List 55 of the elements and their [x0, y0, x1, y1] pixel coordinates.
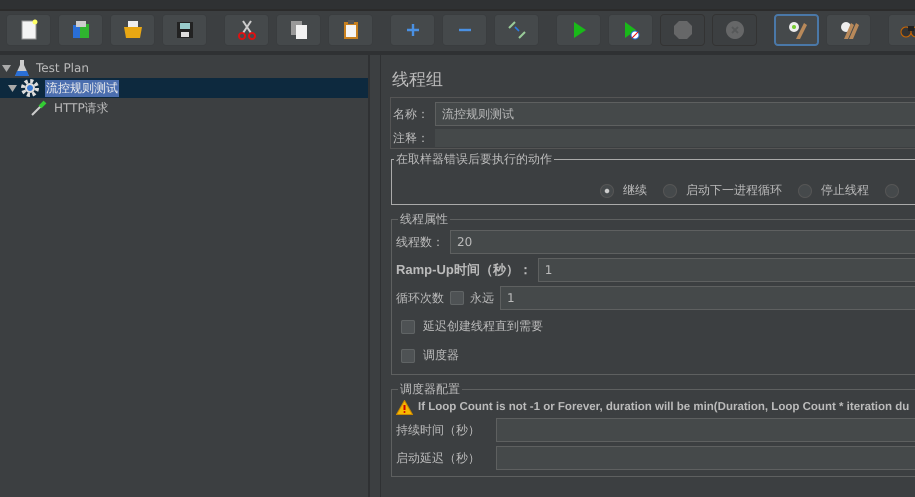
checkbox-label: 延迟创建线程直到需要: [423, 318, 543, 335]
group-legend: 在取样器错误后要执行的动作: [394, 151, 554, 168]
ramp-up-field[interactable]: 1: [538, 258, 915, 282]
threads-field[interactable]: 20: [450, 230, 915, 254]
radio-label: 启动下一进程循环: [686, 182, 782, 199]
pipette-icon: [30, 99, 48, 117]
comment-field[interactable]: [435, 129, 915, 147]
warning-message: If Loop Count is not -1 or Forever, duration will be min(Duration, Loop Count * iteration du: [418, 401, 910, 413]
startup-delay-field[interactable]: [496, 446, 915, 470]
tree-item[interactable]: Test Plan: [35, 61, 90, 75]
gear-icon: [20, 78, 40, 98]
warning-icon: [396, 400, 413, 414]
field-label: 线程数：: [396, 234, 444, 250]
new-button[interactable]: [6, 14, 51, 46]
loop-count-field[interactable]: 1: [500, 286, 915, 310]
radio-button[interactable]: [663, 184, 677, 198]
checkbox-label: 永远: [470, 290, 494, 306]
field-label: 名称：: [393, 106, 429, 122]
checkbox-label: 调度器: [423, 347, 459, 364]
field-label: 循环次数: [396, 290, 444, 306]
checkbox[interactable]: [401, 320, 415, 334]
field-label: 启动延迟（秒）: [396, 450, 481, 466]
tree-item[interactable]: HTTP请求: [53, 100, 110, 116]
field-label: Ramp-Up时间（秒）：: [396, 261, 532, 279]
group-legend: 调度器配置: [398, 381, 462, 398]
checkbox[interactable]: [401, 348, 415, 362]
save-button[interactable]: [162, 14, 207, 46]
radio-label: 继续: [623, 182, 647, 199]
field-label: 持续时间（秒）: [396, 422, 481, 438]
duration-field[interactable]: [496, 418, 915, 442]
radio-button[interactable]: [798, 184, 812, 198]
copy-button[interactable]: [276, 14, 321, 46]
clear-all-button[interactable]: [826, 14, 871, 46]
paste-button[interactable]: [328, 14, 373, 46]
tree-item[interactable]: 流控规则测试: [45, 80, 119, 96]
templates-button[interactable]: [58, 14, 103, 46]
collapse-toggle-icon[interactable]: [8, 84, 18, 92]
radio-button[interactable]: [600, 184, 614, 198]
flask-icon: [14, 59, 30, 77]
checkbox[interactable]: [450, 291, 464, 305]
minus-icon: [458, 28, 472, 32]
add-button[interactable]: [390, 14, 435, 46]
start-button[interactable]: [556, 14, 601, 46]
group-legend: 线程属性: [398, 211, 450, 228]
collapse-toggle-icon[interactable]: [2, 64, 12, 72]
clear-button[interactable]: [774, 14, 819, 46]
toggle-button[interactable]: [494, 14, 539, 46]
field-label: 注释：: [393, 130, 429, 146]
open-button[interactable]: [110, 14, 155, 46]
name-field[interactable]: 流控规则测试: [435, 102, 915, 126]
radio-label: 停止线程: [821, 182, 869, 199]
panel-title: 线程组: [391, 69, 444, 92]
radio-button[interactable]: [885, 184, 899, 198]
cut-button[interactable]: [224, 14, 269, 46]
start-no-timers-button[interactable]: [608, 14, 653, 46]
